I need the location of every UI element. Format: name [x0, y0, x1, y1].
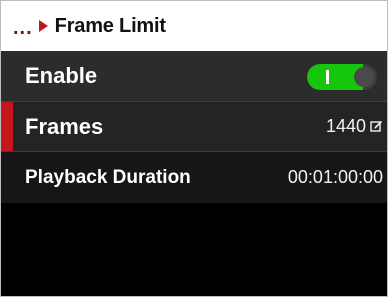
playback-duration-row[interactable]: Playback Duration 00:01:00:00: [1, 152, 387, 203]
toggle-on-mark-icon: [326, 70, 329, 84]
frames-value[interactable]: 1440: [326, 116, 383, 137]
breadcrumb-header: ... Frame Limit: [1, 1, 387, 51]
enable-label: Enable: [25, 63, 98, 88]
breadcrumb-ellipsis[interactable]: ...: [13, 17, 33, 40]
page-title: Frame Limit: [54, 14, 166, 37]
toggle-knob[interactable]: [354, 67, 374, 87]
frames-label: Frames: [25, 113, 104, 139]
frames-value-text: 1440: [325, 116, 366, 136]
enable-row[interactable]: Enable: [1, 51, 387, 101]
frame-limit-screen: ... Frame Limit Enable Frames 1440 Playb…: [0, 0, 388, 297]
playback-duration-value: 00:01:00:00: [287, 167, 383, 187]
playback-duration-label: Playback Duration: [25, 166, 191, 188]
edit-icon: [370, 120, 383, 132]
frames-row[interactable]: Frames 1440: [1, 102, 387, 151]
breadcrumb-arrow-icon: [38, 20, 48, 32]
enable-toggle[interactable]: [307, 64, 377, 90]
selection-indicator: [1, 102, 13, 151]
